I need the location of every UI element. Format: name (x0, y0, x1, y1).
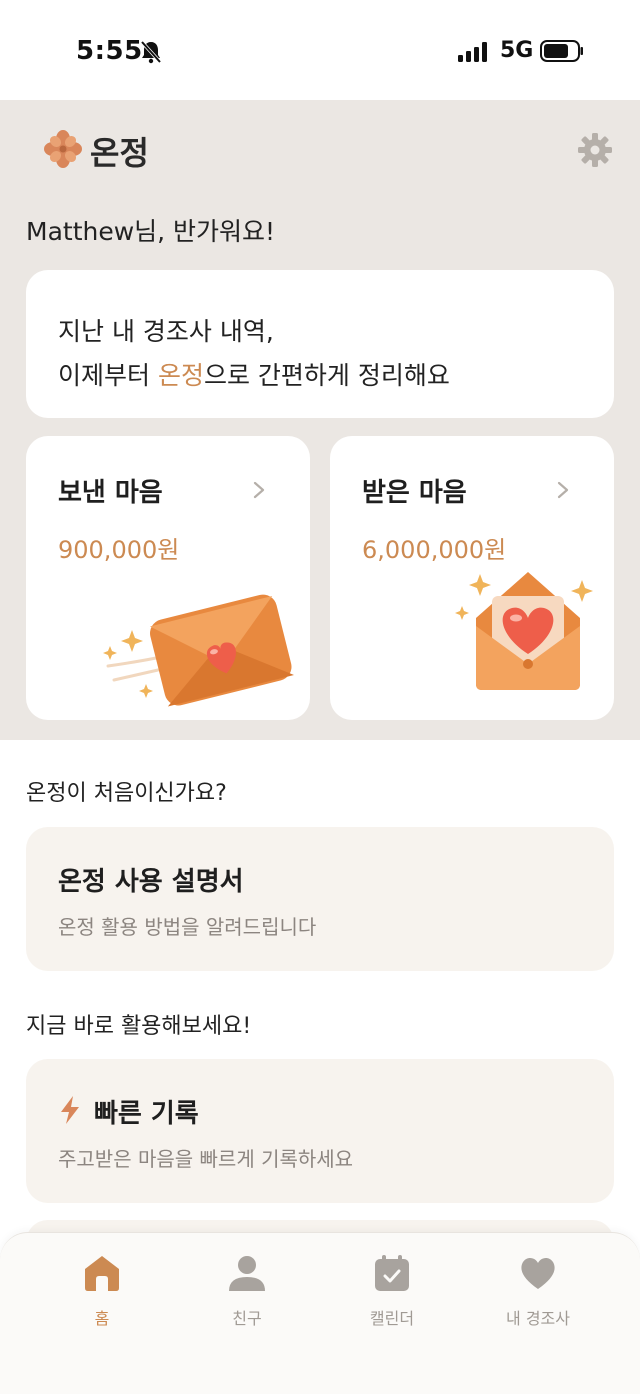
tab-friends[interactable]: 친구 (175, 1233, 319, 1353)
calendar-icon (375, 1255, 409, 1291)
intro-line-2-prefix: 이제부터 (58, 361, 158, 390)
user-guide-title: 온정 사용 설명서 (58, 867, 244, 897)
quick-record-title: 빠른 기록 (94, 1099, 199, 1129)
tab-friends-label: 친구 (232, 1309, 262, 1328)
network-label: 5G (500, 38, 534, 63)
battery-icon (540, 40, 583, 62)
app-name: 온정 (90, 134, 149, 172)
received-title: 받은 마음 (362, 478, 467, 508)
tab-home[interactable]: 홈 (30, 1233, 174, 1353)
intro-line-2-suffix: 으로 간편하게 정리해요 (203, 361, 450, 390)
quick-record-card[interactable]: 빠른 기록 주고받은 마음을 빠르게 기록하세요 (26, 1059, 614, 1203)
greeting-text: Matthew님, 반가워요! (26, 217, 276, 246)
sent-summary-card[interactable]: 보낸 마음 900,000원 (26, 436, 310, 720)
sent-title: 보낸 마음 (58, 478, 163, 508)
bell-muted-icon (140, 40, 162, 64)
intro-card: 지난 내 경조사 내역, 이제부터 온정으로 간편하게 정리해요 (26, 270, 614, 418)
received-envelope-illustration (455, 572, 593, 690)
tab-my-events[interactable]: 내 경조사 (466, 1233, 610, 1353)
user-guide-description: 온정 활용 방법을 알려드립니다 (58, 915, 317, 939)
status-time: 5:55 (76, 36, 143, 66)
quick-section-title: 지금 바로 활용해보세요! (26, 1014, 252, 1039)
tab-calendar-label: 캘린더 (369, 1309, 415, 1328)
user-guide-card[interactable]: 온정 사용 설명서 온정 활용 방법을 알려드립니다 (26, 827, 614, 971)
sent-amount: 900,000원 (58, 536, 180, 564)
settings-gear-icon[interactable] (577, 132, 613, 168)
tab-calendar[interactable]: 캘린더 (320, 1233, 464, 1353)
bottom-tab-bar: 홈 친구 캘린더 내 경조사 (0, 1232, 640, 1394)
received-summary-card[interactable]: 받은 마음 6,000,000원 (330, 436, 614, 720)
chevron-right-icon (557, 481, 569, 499)
flower-logo-icon (44, 130, 82, 168)
status-bar: 5:55 5G (0, 0, 640, 100)
received-amount: 6,000,000원 (362, 536, 507, 564)
chevron-right-icon (253, 481, 265, 499)
person-icon (229, 1256, 265, 1291)
intro-brand-accent: 온정 (157, 361, 204, 390)
quick-record-description: 주고받은 마음을 빠르게 기록하세요 (58, 1147, 354, 1171)
sent-envelope-illustration (103, 594, 294, 707)
intro-line-2: 이제부터 온정으로 간편하게 정리해요 (58, 354, 614, 398)
tab-home-label: 홈 (94, 1309, 110, 1328)
guide-section-title: 온정이 처음이신가요? (26, 781, 227, 806)
tab-my-events-label: 내 경조사 (506, 1309, 570, 1328)
lightning-bolt-icon (61, 1096, 79, 1124)
home-icon (85, 1256, 119, 1291)
heart-icon (521, 1257, 555, 1289)
signal-icon (458, 42, 487, 62)
intro-line-1: 지난 내 경조사 내역, (58, 317, 274, 346)
